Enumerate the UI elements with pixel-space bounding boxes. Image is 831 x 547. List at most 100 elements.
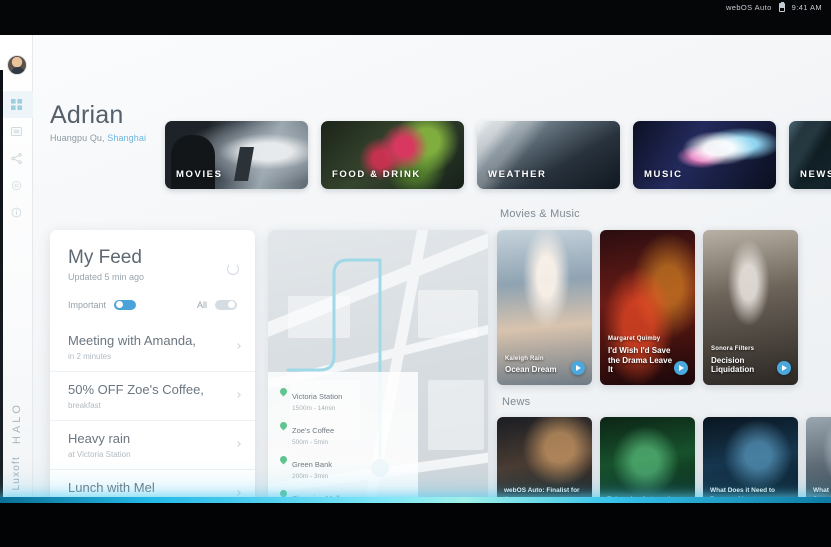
- refresh-icon[interactable]: [227, 263, 239, 275]
- chevron-right-icon: [235, 392, 241, 398]
- toggle-all[interactable]: [215, 299, 237, 310]
- share-icon: [11, 153, 22, 164]
- list-item[interactable]: Meeting with Amanda, in 2 minutes: [50, 323, 255, 371]
- my-feed-card: My Feed Updated 5 min ago Important All …: [50, 230, 255, 498]
- movies-music-row: Kaleigh Rain Ocean Dream Margaret Quimby…: [497, 230, 798, 385]
- brand-block: HALO Luxoft: [0, 402, 33, 490]
- location-district: Huangpu Qu,: [50, 133, 105, 143]
- feed-item-title: Heavy rain: [68, 430, 131, 446]
- battery-icon: [778, 1, 785, 12]
- feed-list: Meeting with Amanda, in 2 minutes 50% OF…: [50, 323, 255, 498]
- waypoint-name: Victoria Station: [292, 392, 343, 401]
- media-artist: Sonora Filters: [711, 346, 755, 353]
- location-city[interactable]: Shanghai: [107, 133, 146, 143]
- feed-item-sub: breakfast: [68, 400, 101, 410]
- chevron-right-icon: [235, 489, 241, 496]
- waypoint-item[interactable]: Green Bank 200m - 3min: [278, 454, 333, 480]
- waypoint-detail: 1500m - 14min: [292, 405, 336, 412]
- sidebar-item-media[interactable]: [0, 118, 33, 145]
- media-title: Ocean Dream: [505, 365, 557, 375]
- waypoint-detail: 200m - 3min: [292, 473, 329, 480]
- app-canvas: HALO Luxoft Adrian Huangpu Qu, Shanghai …: [0, 35, 831, 498]
- news-card[interactable]: What Does it Need to Become About...: [703, 417, 798, 498]
- waypoint-panel: Victoria Station 1500m - 14min Zoe's Cof…: [268, 372, 418, 498]
- media-card[interactable]: Kaleigh Rain Ocean Dream: [497, 230, 592, 385]
- media-meta: Margaret Quimby I'd Wish I'd Save the Dr…: [608, 336, 677, 375]
- pin-icon: [278, 386, 289, 397]
- sidebar-icon-list: [0, 91, 33, 226]
- os-label: webOS Auto: [725, 3, 772, 12]
- list-item[interactable]: Heavy rain at Victoria Station: [50, 419, 255, 469]
- sidebar-rail: HALO Luxoft: [0, 35, 33, 498]
- brand-halo: HALO: [10, 401, 23, 444]
- feed-item-sub: at Victoria Station: [68, 449, 131, 459]
- pin-icon: [278, 420, 289, 431]
- sidebar-item-settings[interactable]: [0, 172, 33, 199]
- news-card[interactable]: webOS Auto: Finalist for the...: [497, 417, 592, 498]
- user-location: Huangpu Qu, Shanghai: [50, 133, 146, 143]
- dashboard-icon: [11, 99, 22, 110]
- waypoint-detail: 500m - 5min: [292, 439, 329, 446]
- media-meta: Sonora Filters Decision Liquidation: [711, 346, 780, 375]
- media-card[interactable]: Sonora Filters Decision Liquidation: [703, 230, 798, 385]
- feed-item-title: Meeting with Amanda,: [68, 332, 196, 348]
- media-meta: Kaleigh Rain Ocean Dream: [505, 356, 574, 375]
- waypoint-item[interactable]: Zoe's Coffee 500m - 5min: [278, 420, 335, 446]
- map-card[interactable]: Victoria Station 1500m - 14min Zoe's Cof…: [268, 230, 488, 498]
- feed-filter-row: Important All: [50, 282, 255, 310]
- play-icon[interactable]: [571, 361, 585, 375]
- media-artist: Kaleigh Rain: [505, 355, 544, 362]
- play-icon[interactable]: [777, 361, 791, 375]
- top-bezel: [0, 0, 831, 35]
- sidebar-item-share[interactable]: [0, 145, 33, 172]
- waypoint-name: Zoe's Coffee: [292, 426, 335, 435]
- bottom-bezel: [0, 503, 831, 547]
- media-artist: Margaret Quimby: [608, 336, 661, 343]
- category-card-news[interactable]: NEWS: [789, 121, 831, 189]
- pin-icon: [278, 454, 289, 465]
- toggle-important[interactable]: [114, 299, 137, 310]
- feed-item-title: Lunch with Mel: [68, 479, 155, 495]
- media-card[interactable]: Margaret Quimby I'd Wish I'd Save the Dr…: [600, 230, 695, 385]
- feed-item-sub: in 2 minutes: [68, 351, 112, 361]
- category-card-food-drink[interactable]: FOOD & DRINK: [321, 121, 464, 189]
- category-strip: MOVIES FOOD & DRINK WEATHER MUSIC NEWS: [165, 121, 831, 189]
- category-label: WEATHER: [488, 169, 547, 180]
- feed-title: My Feed: [68, 247, 142, 268]
- filter-label-important: Important: [68, 299, 107, 310]
- category-label: MUSIC: [644, 169, 683, 180]
- media-title: I'd Wish I'd Save the Drama Leave It: [608, 346, 673, 375]
- waypoint-name: Green Bank: [292, 460, 333, 469]
- sidebar-item-info[interactable]: [0, 199, 33, 226]
- feed-subtitle: Updated 5 min ago: [68, 271, 145, 282]
- list-item[interactable]: 50% OFF Zoe's Coffee, breakfast: [50, 370, 255, 420]
- sidebar-item-dashboard[interactable]: [0, 91, 33, 118]
- news-card[interactable]: Enhancing Automotive...: [600, 417, 695, 498]
- news-card[interactable]: What it Means to be Smart...: [806, 417, 831, 498]
- category-card-music[interactable]: MUSIC: [633, 121, 776, 189]
- filter-label-all: All: [196, 299, 207, 310]
- category-card-movies[interactable]: MOVIES: [165, 121, 308, 189]
- play-icon[interactable]: [674, 361, 688, 375]
- category-label: FOOD & DRINK: [332, 169, 421, 180]
- avatar[interactable]: [7, 55, 27, 75]
- section-title-movies-music: Movies & Music: [500, 208, 580, 220]
- media-title: Decision Liquidation: [711, 355, 755, 375]
- user-name: Adrian: [50, 101, 124, 129]
- status-bar: webOS Auto 9:41 AM: [725, 1, 822, 12]
- waypoint-item[interactable]: Victoria Station 1500m - 14min: [278, 386, 343, 412]
- news-row: webOS Auto: Finalist for the... Enhancin…: [497, 417, 831, 498]
- settings-icon: [11, 180, 22, 191]
- feed-header: My Feed Updated 5 min ago: [50, 230, 255, 282]
- device-screen: webOS Auto 9:41 AM HALO Luxoft Adrian Hu…: [0, 0, 831, 547]
- section-title-news: News: [502, 396, 531, 408]
- category-card-weather[interactable]: WEATHER: [477, 121, 620, 189]
- media-icon: [11, 127, 22, 136]
- list-item[interactable]: Lunch with Mel at Arte Vegan: [50, 468, 255, 498]
- clock-label: 9:41 AM: [791, 3, 822, 12]
- category-label: MOVIES: [176, 169, 223, 180]
- brand-luxoft: Luxoft: [11, 455, 22, 490]
- chevron-right-icon: [235, 440, 241, 447]
- greeting-block: Adrian Huangpu Qu, Shanghai: [50, 101, 146, 144]
- feed-item-title: 50% OFF Zoe's Coffee,: [68, 381, 204, 397]
